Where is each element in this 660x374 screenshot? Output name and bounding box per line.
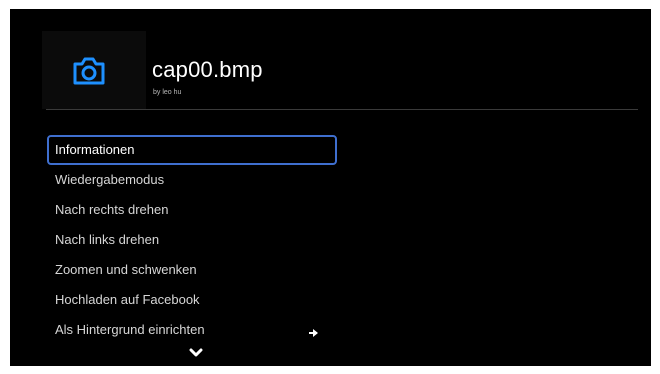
menu-item-hochladen-auf-facebook[interactable]: Hochladen auf Facebook xyxy=(47,285,337,315)
options-menu: Informationen Wiedergabemodus Nach recht… xyxy=(47,135,337,345)
header-divider xyxy=(46,109,638,110)
arrow-right-icon[interactable] xyxy=(308,327,320,339)
menu-item-nach-links-drehen[interactable]: Nach links drehen xyxy=(47,225,337,255)
file-subtitle: by leo hu xyxy=(153,89,182,96)
menu-item-als-hintergrund-einrichten[interactable]: Als Hintergrund einrichten xyxy=(47,315,337,345)
camera-icon xyxy=(73,57,105,85)
file-title: cap00.bmp xyxy=(152,57,263,82)
menu-item-nach-rechts-drehen[interactable]: Nach rechts drehen xyxy=(47,195,337,225)
menu-item-zoomen-und-schwenken[interactable]: Zoomen und schwenken xyxy=(47,255,337,285)
media-player-screen: cap00.bmp by leo hu Informationen Wieder… xyxy=(10,9,651,366)
menu-item-informationen[interactable]: Informationen xyxy=(47,135,337,165)
menu-item-wiedergabemodus[interactable]: Wiedergabemodus xyxy=(47,165,337,195)
chevron-down-icon[interactable] xyxy=(189,348,203,358)
